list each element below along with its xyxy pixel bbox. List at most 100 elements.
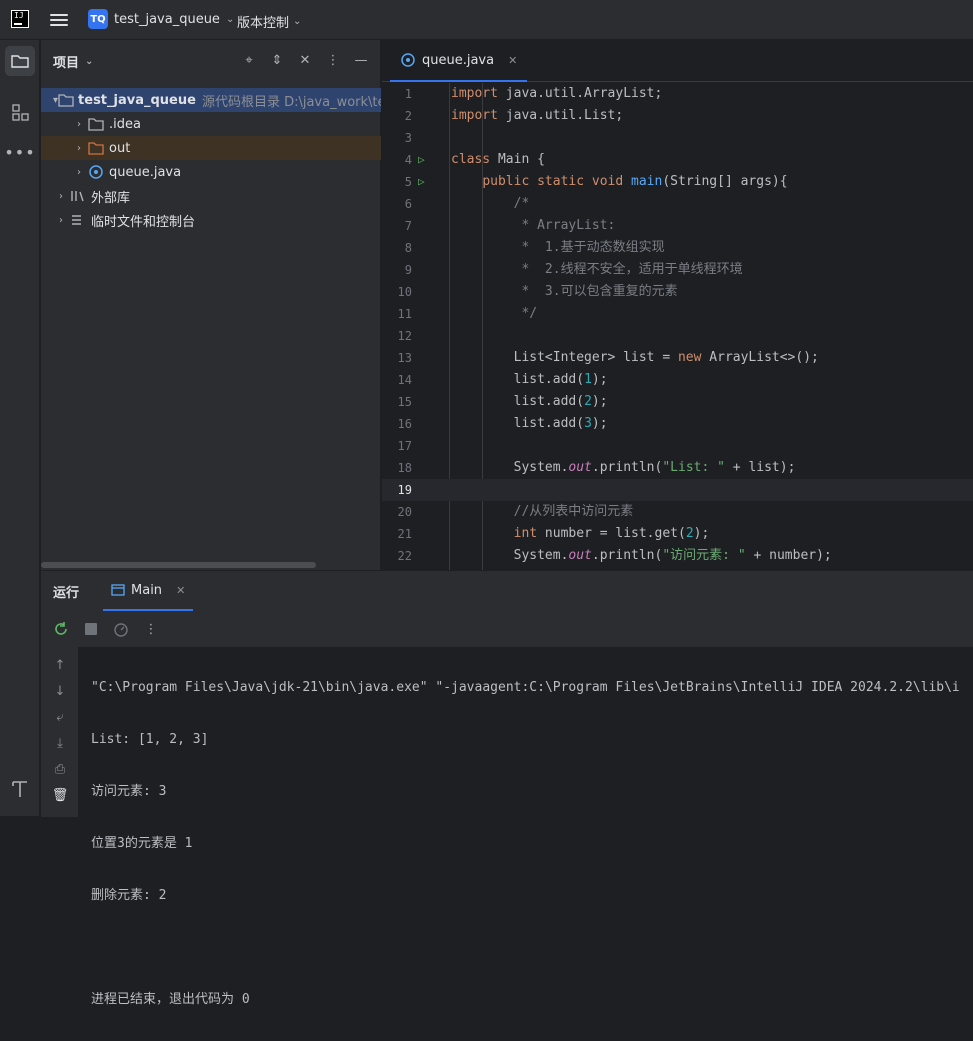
horizontal-scrollbar[interactable] (41, 562, 316, 568)
line-number: 21 (397, 527, 412, 541)
stop-icon[interactable] (83, 621, 99, 637)
chevron-right-icon: › (77, 166, 81, 178)
tree-item-scratches[interactable]: › 临时文件和控制台 (41, 208, 381, 232)
arrow-down-icon[interactable]: ↓ (52, 683, 68, 699)
run-gutter-icon[interactable]: ▷ (418, 149, 432, 171)
folder-icon (11, 55, 29, 68)
code-text: * 3.可以包含重复的元素 (451, 284, 678, 299)
line-number: 11 (397, 307, 412, 321)
application-icon (111, 584, 125, 596)
tab-label: Main (131, 582, 163, 598)
code-line: 22 System.out.println("访问元素: " + number)… (382, 545, 973, 567)
build-tool-button[interactable] (5, 774, 35, 804)
code-text: list.add(2); (451, 394, 608, 409)
line-number: 18 (397, 461, 412, 475)
code-line: 4 ▷ class Main { (382, 149, 973, 171)
collapse-all-icon[interactable]: ✕ (298, 52, 312, 68)
code-text: System.out.println("List: " + list); (451, 460, 796, 475)
console[interactable]: ↑ ↓ ⤶ ⤓ ⎙ 🗑 "C:\Program Files\Java\jdk-2… (41, 647, 973, 1007)
tree-item-out[interactable]: › out (41, 136, 381, 160)
chevron-down-icon: ⌄ (293, 16, 302, 27)
line-number: 20 (397, 505, 412, 519)
code-text: //从列表中访问元素 (451, 504, 634, 519)
line-number: 17 (397, 439, 412, 453)
structure-icon (12, 104, 29, 121)
line-number: 9 (404, 263, 412, 277)
main-menu-button[interactable] (50, 11, 68, 27)
options-icon[interactable]: ⋮ (326, 52, 340, 68)
line-number: 12 (397, 329, 412, 343)
code-line: 11 */ (382, 303, 973, 325)
run-gutter-icon[interactable]: ▷ (418, 171, 432, 193)
code-text: list.add(1); (451, 372, 608, 387)
vcs-label: 版本控制 (237, 16, 290, 31)
code-line: 13 List<Integer> list = new ArrayList<>(… (382, 347, 973, 369)
tree-item-project-root[interactable]: ▾ test_java_queue 源代码根目录 D:\java_work\te… (41, 88, 381, 112)
tab-main-run[interactable]: Main ✕ (103, 571, 194, 611)
more-tools-button[interactable]: ••• (4, 137, 36, 167)
more-options-icon[interactable]: ⋮ (143, 621, 159, 637)
trash-icon[interactable]: 🗑 (52, 787, 69, 803)
library-icon (69, 188, 87, 204)
run-panel-title: 运行 (53, 585, 80, 601)
rerun-icon[interactable] (53, 621, 69, 637)
code-text: import java.util.List; (451, 108, 624, 123)
profiler-icon[interactable] (113, 621, 129, 637)
intellij-logo-icon[interactable]: IJ (11, 10, 29, 28)
console-line: List: [1, 2, 3] (91, 732, 209, 747)
tab-label: queue.java (422, 52, 495, 68)
tree-item-detail: 源代码根目录 D:\java_work\test_ (201, 94, 381, 110)
project-tool-button[interactable] (5, 46, 35, 76)
scroll-to-end-icon[interactable]: ⤓ (52, 735, 68, 751)
code-line: 5 ▷ public static void main(String[] args… (382, 171, 973, 193)
vcs-menu[interactable]: 版本控制 ⌄ (237, 12, 301, 31)
code-line: 7 * ArrayList: (382, 215, 973, 237)
arrow-up-icon[interactable]: ↑ (52, 657, 68, 673)
console-line: "C:\Program Files\Java\jdk-21\bin\java.e… (91, 680, 960, 695)
chevron-right-icon: › (59, 214, 63, 226)
code-text: class Main { (451, 152, 545, 167)
tree-item-external-libraries[interactable]: › 外部库 (41, 184, 381, 208)
code-line: 8 * 1.基于动态数组实现 (382, 237, 973, 259)
print-icon[interactable]: ⎙ (52, 761, 68, 777)
chevron-down-icon: ⌄ (85, 55, 94, 67)
close-icon[interactable]: ✕ (508, 54, 517, 67)
code-area[interactable]: 1 import java.util.ArrayList; 2 import jav… (382, 83, 973, 570)
code-line: 20 //从列表中访问元素 (382, 501, 973, 523)
tree-item-idea[interactable]: › .idea (41, 112, 381, 136)
line-number: 3 (404, 131, 412, 145)
ellipsis-icon: ••• (4, 142, 36, 162)
line-number: 15 (397, 395, 412, 409)
project-name: test_java_queue (114, 11, 220, 27)
java-class-icon (87, 164, 105, 180)
line-number: 14 (397, 373, 412, 387)
locate-icon[interactable]: ⌖ (242, 52, 256, 68)
project-switcher[interactable]: TQ test_java_queue ⌄ (88, 9, 234, 29)
code-line: 9 * 2.线程不安全，适用于单线程环境 (382, 259, 973, 281)
folder-icon (87, 116, 105, 132)
tab-queue-java[interactable]: queue.java ✕ (390, 40, 528, 82)
tree-item-label: .idea (109, 116, 141, 132)
structure-tool-button[interactable] (5, 97, 35, 127)
line-number: 22 (397, 549, 412, 563)
tree-item-label: queue.java (109, 164, 182, 180)
line-number: 8 (404, 241, 412, 255)
expand-all-icon[interactable]: ⇕ (270, 52, 284, 68)
editor: queue.java ✕ 1 import java.util.ArrayList… (382, 40, 973, 570)
code-line: 3 (382, 127, 973, 149)
code-line: 14 list.add(1); (382, 369, 973, 391)
hide-icon[interactable]: — (354, 52, 368, 68)
project-panel: 项目 ⌄ ⌖ ⇕ ✕ ⋮ — ▾ test_java_queue 源代码根目录 … (41, 40, 381, 570)
soft-wrap-icon[interactable]: ⤶ (52, 709, 68, 725)
tree-item-queue-java[interactable]: › queue.java (41, 160, 381, 184)
chevron-right-icon: › (77, 118, 81, 130)
close-icon[interactable]: ✕ (176, 584, 185, 597)
code-text: /* (451, 196, 530, 211)
code-line: 2 import java.util.List; (382, 105, 973, 127)
project-panel-title[interactable]: 项目 ⌄ (53, 52, 93, 71)
code-line: 10 * 3.可以包含重复的元素 (382, 281, 973, 303)
tree-item-label: out (109, 140, 131, 156)
code-line: 12 (382, 325, 973, 347)
code-text: * ArrayList: (451, 218, 616, 233)
